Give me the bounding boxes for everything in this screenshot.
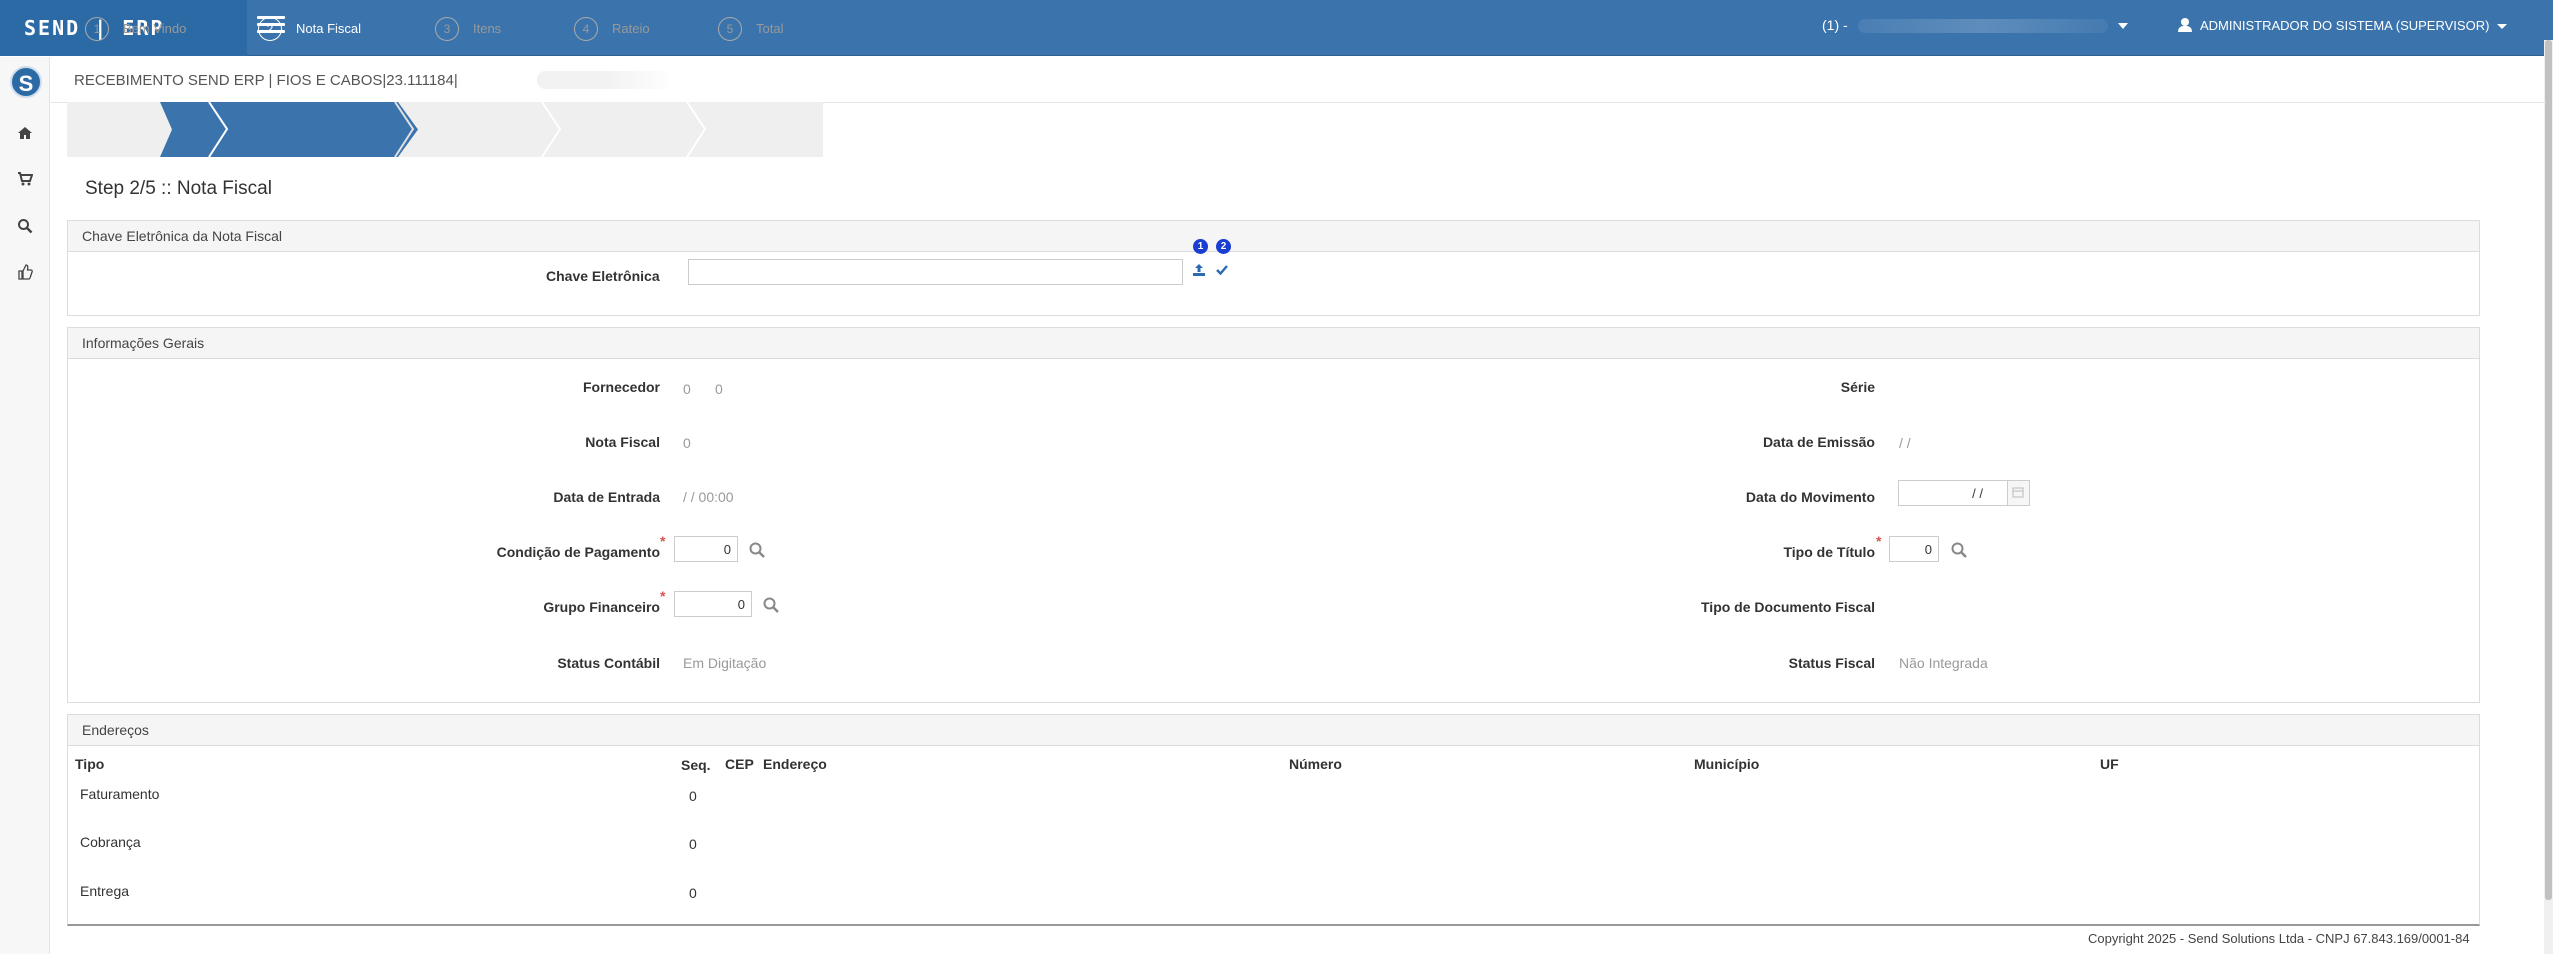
calendar-icon <box>2012 487 2024 498</box>
step-label: Nota Fiscal <box>296 21 362 37</box>
condicao-pagamento-input[interactable] <box>674 536 738 562</box>
page-title: RECEBIMENTO SEND ERP | FIOS E CABOS|23.1… <box>74 72 458 89</box>
wizard-step-rateio[interactable]: 4 Rateio <box>574 0 650 55</box>
step-badge-1: 1 <box>1193 239 1208 254</box>
step-number: 3 <box>435 16 459 41</box>
step-separator <box>394 102 415 157</box>
home-icon[interactable] <box>16 125 34 143</box>
serie-label: Série <box>1840 379 1875 395</box>
search-icon[interactable] <box>16 218 34 236</box>
sidebar: S <box>0 57 50 954</box>
step-label: Bem Vindo <box>123 21 187 37</box>
required-marker: * <box>660 588 666 604</box>
table-row-tipo: Faturamento <box>80 786 160 802</box>
col-endereco: Endereço <box>763 756 827 772</box>
nota-fiscal-value: 0 <box>683 435 691 451</box>
check-icon[interactable] <box>1215 263 1229 277</box>
data-emissao-value: / / <box>1899 435 1911 451</box>
col-cep: CEP <box>725 756 754 772</box>
grupo-financeiro-input[interactable] <box>674 591 752 617</box>
data-entrada-label: Data de Entrada <box>553 489 660 505</box>
required-marker: * <box>660 533 666 549</box>
step-number: 4 <box>574 16 598 41</box>
step-number: 2 <box>258 16 282 41</box>
status-fiscal-value: Não Integrada <box>1899 655 1988 671</box>
chave-panel: Chave Eletrônica da Nota Fiscal <box>67 220 2480 316</box>
wizard-step-itens[interactable]: 3 Itens <box>435 0 501 55</box>
step-separator <box>541 102 562 157</box>
page-header: RECEBIMENTO SEND ERP | FIOS E CABOS|23.1… <box>51 57 2546 103</box>
step-label: Rateio <box>612 21 650 37</box>
chave-label: Chave Eletrônica <box>546 268 660 284</box>
search-icon[interactable] <box>762 596 780 614</box>
data-movimento-input[interactable] <box>1898 480 2008 506</box>
scrollbar-thumb[interactable] <box>2545 40 2552 900</box>
user-menu[interactable]: ADMINISTRADOR DO SISTEMA (SUPERVISOR) <box>2178 18 2508 33</box>
tipo-titulo-input[interactable] <box>1889 536 1939 562</box>
copyright-footer: Copyright 2025 - Send Solutions Ltda - C… <box>2088 931 2470 946</box>
enderecos-panel: Endereços <box>67 714 2480 926</box>
chevron-down-icon <box>2497 24 2508 30</box>
chave-eletronica-input[interactable] <box>688 259 1183 285</box>
step-title: Step 2/5 :: Nota Fiscal <box>85 178 272 199</box>
title-redacted <box>537 71 677 89</box>
user-name: ADMINISTRADOR DO SISTEMA (SUPERVISOR) <box>2200 18 2490 33</box>
fornecedor-label: Fornecedor <box>582 379 660 395</box>
page-scrollbar[interactable] <box>2544 40 2553 954</box>
step-separator <box>208 102 229 157</box>
thumbs-up-icon[interactable] <box>16 264 34 282</box>
grupo-financeiro-label: Grupo Financeiro <box>543 599 660 615</box>
top-navbar: SEND | ERP (1) - ADMINISTRADOR DO SISTEM… <box>0 0 2553 56</box>
status-fiscal-label: Status Fiscal <box>1788 655 1875 671</box>
status-contabil-value: Em Digitação <box>683 655 767 671</box>
fornecedor-code: 0 <box>683 381 691 397</box>
col-seq: Seq. <box>681 757 711 773</box>
condicao-pagamento-label: Condição de Pagamento <box>496 544 660 560</box>
table-row-seq: 0 <box>689 836 697 852</box>
step-badge-2: 2 <box>1216 239 1231 254</box>
user-icon <box>2178 18 2192 32</box>
panel-title: Chave Eletrônica da Nota Fiscal <box>68 221 2479 252</box>
tipo-documento-fiscal-label: Tipo de Documento Fiscal <box>1701 599 1875 615</box>
panel-title: Endereços <box>68 715 2479 746</box>
data-movimento-label: Data do Movimento <box>1745 489 1875 505</box>
table-row-tipo: Entrega <box>80 883 130 899</box>
wizard-step-nota-fiscal[interactable]: 2 Nota Fiscal <box>258 0 361 55</box>
col-uf: UF <box>2100 756 2119 772</box>
search-icon[interactable] <box>1950 541 1968 559</box>
step-label: Total <box>756 21 784 37</box>
step-separator <box>686 102 707 157</box>
company-name-redacted <box>1857 19 2108 34</box>
informacoes-gerais-panel: Informações Gerais <box>67 327 2480 703</box>
nota-fiscal-label: Nota Fiscal <box>585 434 660 450</box>
col-numero: Número <box>1289 756 1342 772</box>
upload-icon[interactable] <box>1192 263 1206 277</box>
wizard-step-bem-vindo[interactable]: 1 Bem Vindo <box>85 0 186 55</box>
fornecedor-name: 0 <box>715 381 723 397</box>
status-contabil-label: Status Contábil <box>557 655 660 671</box>
app-logo-icon[interactable]: S <box>10 66 42 98</box>
calendar-button[interactable] <box>2008 480 2030 506</box>
company-selector[interactable]: (1) - <box>1822 17 2128 34</box>
data-entrada-value: / / 00:00 <box>683 489 734 505</box>
panel-title: Informações Gerais <box>68 328 2479 359</box>
data-emissao-label: Data de Emissão <box>1762 434 1875 450</box>
chevron-down-icon <box>2117 23 2128 30</box>
table-row-seq: 0 <box>689 788 697 804</box>
col-municipio: Município <box>1694 756 1760 772</box>
wizard-step-total[interactable]: 5 Total <box>718 0 783 55</box>
table-row-tipo: Cobrança <box>80 834 141 850</box>
step-number: 1 <box>85 16 109 41</box>
col-tipo: Tipo <box>75 756 105 772</box>
company-prefix: (1) - <box>1822 17 1848 33</box>
search-icon[interactable] <box>748 541 766 559</box>
required-marker: * <box>1876 533 1882 549</box>
wizard-active-indicator <box>160 102 418 157</box>
cart-icon[interactable] <box>16 171 34 189</box>
step-label: Itens <box>473 21 502 37</box>
tipo-titulo-label: Tipo de Título <box>1783 544 1875 560</box>
table-row-seq: 0 <box>689 885 697 901</box>
step-number: 5 <box>718 16 742 41</box>
